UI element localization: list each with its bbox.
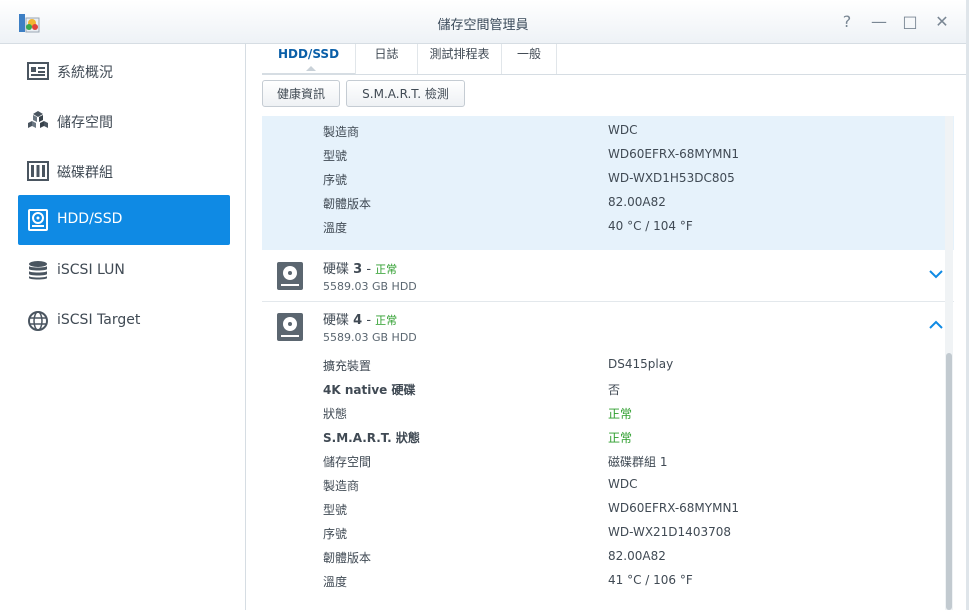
volume-cubes-icon [28, 111, 48, 128]
hdd-icon [28, 209, 48, 231]
disk-name-label: 硬碟 [323, 262, 350, 277]
detail-value: WD-WX21D1403708 [608, 525, 731, 539]
chevron-up-icon[interactable] [928, 318, 944, 332]
detail-label: 儲存空間 [323, 455, 372, 469]
sidebar-item-iscsi-target[interactable]: iSCSI Target [18, 296, 230, 346]
detail-value: WDC [608, 123, 638, 137]
detail-label: 韌體版本 [323, 197, 372, 211]
title-bar[interactable]: 儲存空間管理員 ? — □ ✕ [0, 0, 966, 44]
detail-label: 溫度 [323, 221, 348, 235]
overview-icon [27, 62, 49, 80]
status-badge: 正常 [375, 263, 398, 276]
detail-value: WD-WXD1H53DC805 [608, 171, 735, 185]
sidebar-item-label: 磁碟群組 [57, 165, 113, 181]
scrollbar-thumb[interactable] [946, 353, 952, 610]
disk-number: 3 [353, 262, 363, 277]
tab-log[interactable]: 日誌 [356, 44, 418, 74]
hard-disk-icon [277, 262, 303, 290]
disk-list: 製造商 WDC 型號 WD60EFRX-68MYMN1 序號 WD-WXD1H5… [262, 116, 954, 610]
detail-value: WD60EFRX-68MYMN1 [608, 501, 740, 515]
detail-label: 型號 [323, 503, 348, 517]
smart-test-button[interactable]: S.M.A.R.T. 檢測 [346, 80, 465, 107]
detail-value: 41 °C / 106 °F [608, 573, 693, 587]
sidebar-item-hdd-ssd[interactable]: HDD/SSD [18, 195, 230, 245]
disk-4-row[interactable]: 硬碟 4 - 正常 5589.03 GB HDD [262, 302, 954, 352]
sidebar-item-label: HDD/SSD [57, 211, 123, 227]
status-separator: - [362, 262, 376, 277]
health-info-button[interactable]: 健康資訊 [262, 80, 340, 107]
detail-value: 否 [608, 383, 621, 397]
disk-name-label: 硬碟 [323, 313, 350, 328]
maximize-button[interactable]: □ [898, 10, 922, 34]
sidebar-item-label: iSCSI Target [57, 312, 141, 328]
tab-bar: HDD/SSD 日誌 測試排程表 一般 [262, 44, 966, 75]
sidebar-item-overview[interactable]: 系統概況 [18, 46, 230, 96]
disk-title: 硬碟 3 - 正常 [323, 258, 397, 277]
disk-capacity: 5589.03 GB HDD [323, 331, 417, 344]
window-title: 儲存空間管理員 [437, 18, 529, 33]
status-badge: 正常 [375, 314, 398, 327]
detail-label: 溫度 [323, 575, 348, 589]
disk-group-icon [27, 161, 49, 181]
tab-test-schedule[interactable]: 測試排程表 [418, 44, 502, 74]
tab-general[interactable]: 一般 [502, 44, 557, 74]
disk-3-row[interactable]: 硬碟 3 - 正常 5589.03 GB HDD [262, 251, 954, 302]
close-button[interactable]: ✕ [930, 10, 954, 34]
detail-label: 擴充裝置 [323, 359, 372, 373]
detail-value: WDC [608, 477, 638, 491]
sidebar-item-iscsi-lun[interactable]: iSCSI LUN [18, 246, 230, 296]
detail-label: 4K native 硬碟 [323, 383, 416, 397]
detail-label: 序號 [323, 527, 348, 541]
chevron-down-icon[interactable] [928, 267, 944, 281]
active-tab-indicator [306, 66, 316, 71]
scrollbar[interactable] [945, 116, 953, 610]
disk-title: 硬碟 4 - 正常 [323, 309, 397, 328]
detail-label: 韌體版本 [323, 551, 372, 565]
disk-capacity: 5589.03 GB HDD [323, 280, 417, 293]
disk-number: 4 [353, 313, 363, 328]
minimize-button[interactable]: — [867, 10, 891, 34]
detail-label: 型號 [323, 149, 348, 163]
detail-label: 製造商 [323, 125, 360, 139]
detail-label: 狀態 [323, 407, 348, 421]
detail-value: DS415play [608, 357, 674, 371]
sidebar-item-disk-group[interactable]: 磁碟群組 [18, 146, 230, 196]
detail-label: 製造商 [323, 479, 360, 493]
detail-value: 正常 [608, 407, 633, 421]
hard-disk-icon [277, 313, 303, 341]
storage-manager-window: 儲存空間管理員 ? — □ ✕ 系統概況 儲存空間 磁碟群組 HDD/SSD i… [0, 0, 966, 610]
sidebar: 系統概況 儲存空間 磁碟群組 HDD/SSD iSCSI LUN iSCSI T… [0, 44, 246, 610]
detail-label: S.M.A.R.T. 狀態 [323, 431, 420, 445]
detail-value: 正常 [608, 431, 633, 445]
disk-2-details-selected[interactable]: 製造商 WDC 型號 WD60EFRX-68MYMN1 序號 WD-WXD1H5… [262, 116, 954, 250]
sidebar-item-label: iSCSI LUN [57, 262, 125, 278]
detail-value: WD60EFRX-68MYMN1 [608, 147, 740, 161]
detail-value: 磁碟群組 1 [608, 455, 668, 469]
sidebar-item-label: 儲存空間 [57, 115, 113, 131]
detail-label: 序號 [323, 173, 348, 187]
sidebar-item-volume[interactable]: 儲存空間 [18, 96, 230, 146]
detail-value: 82.00A82 [608, 195, 666, 209]
status-separator: - [362, 313, 376, 328]
detail-value: 40 °C / 104 °F [608, 219, 693, 233]
help-button[interactable]: ? [835, 10, 859, 34]
detail-value: 82.00A82 [608, 549, 666, 563]
globe-icon [28, 311, 48, 331]
sidebar-item-label: 系統概況 [57, 65, 113, 81]
database-icon [29, 261, 47, 280]
